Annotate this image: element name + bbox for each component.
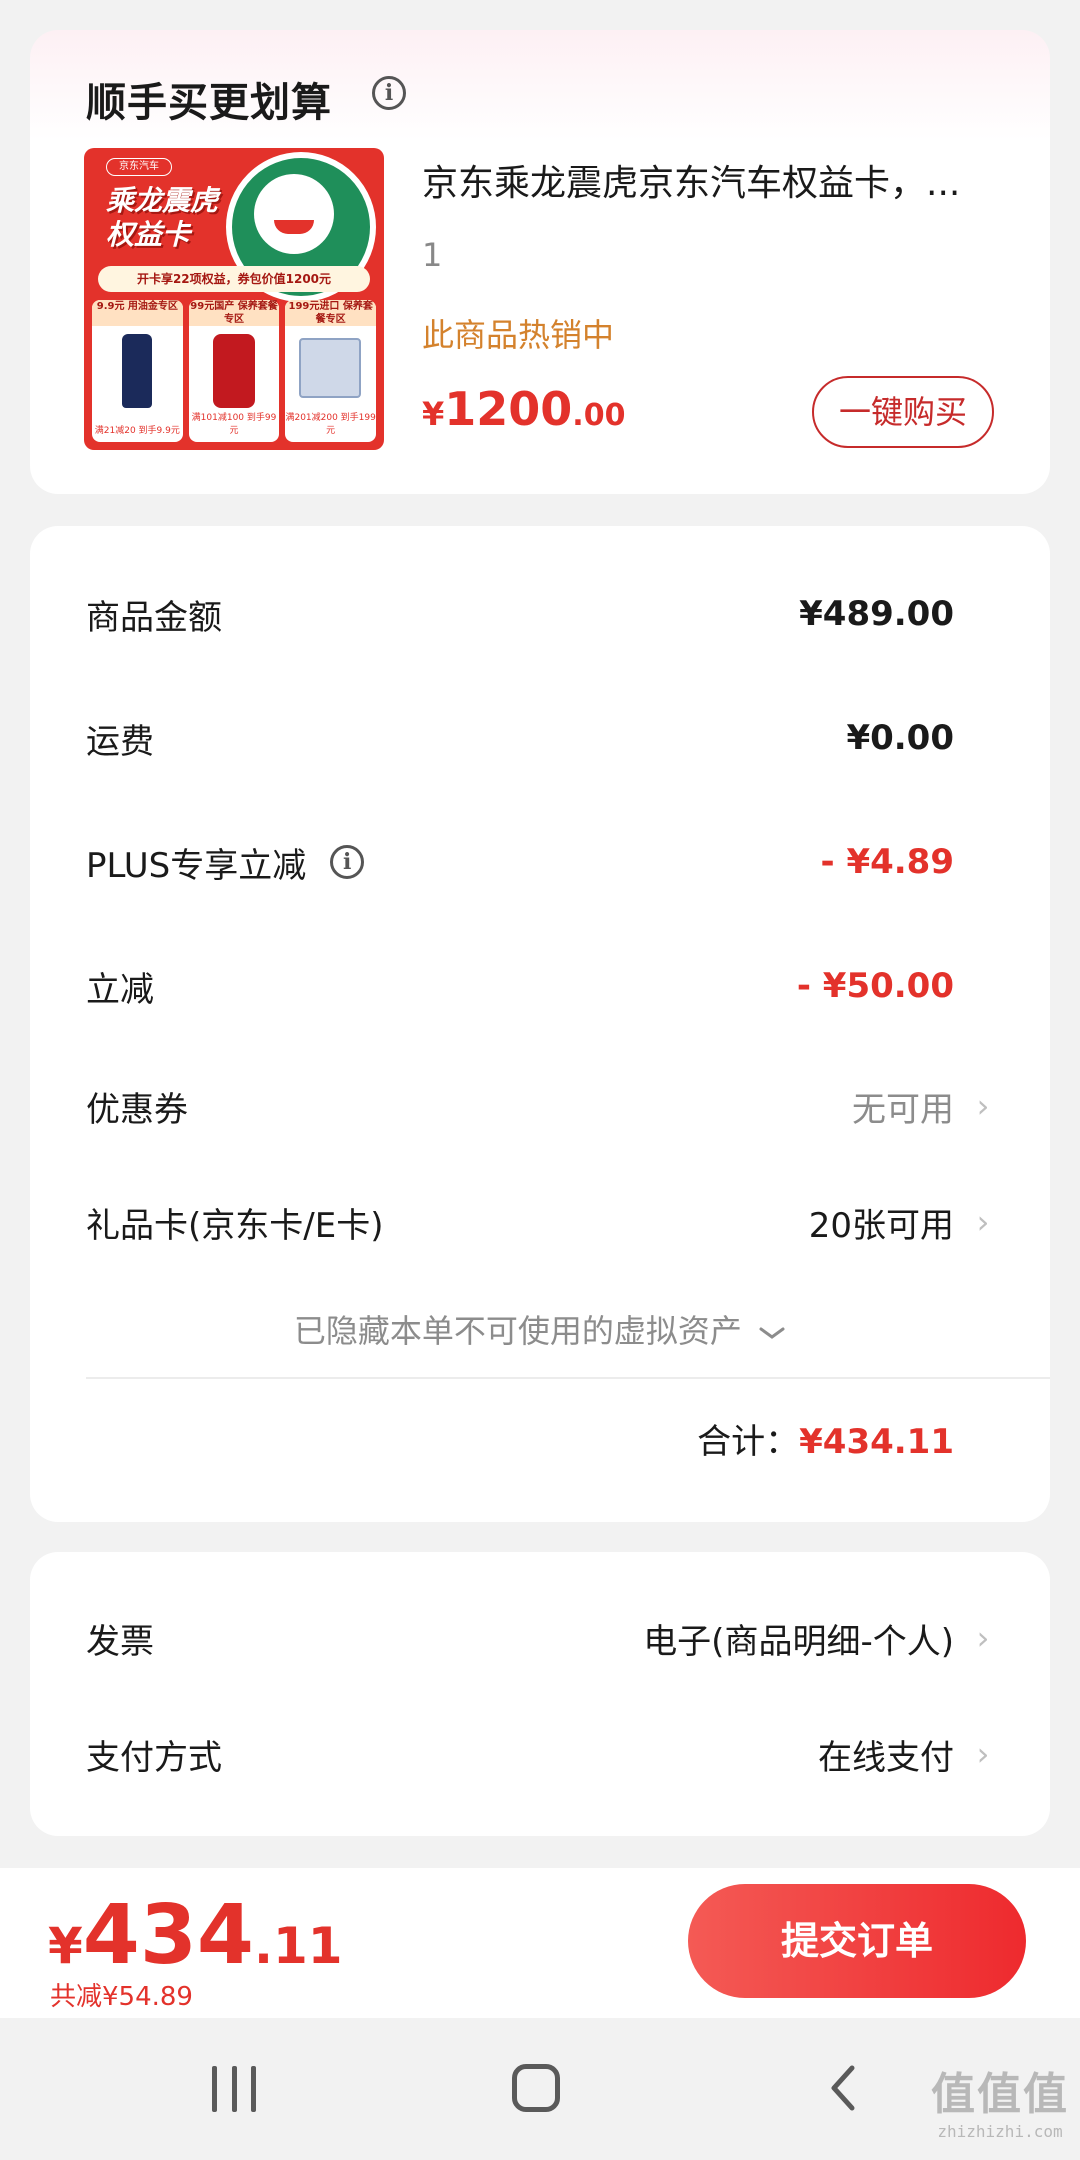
gift-card-row[interactable]: 礼品卡(京东卡/E卡) 20张可用 › <box>86 1192 994 1252</box>
payment-label: 支付方式 <box>86 1737 222 1778</box>
final-price: ¥434.11 <box>48 1888 343 1983</box>
amounts-card: 商品金额 ¥489.00 运费 ¥0.00 PLUS专享立减 i - ¥4.89… <box>30 526 1050 1522</box>
home-icon[interactable] <box>512 2064 560 2112</box>
product-image-tiles: 9.9元 用油金专区 满21减20 到手9.9元 99元国产 保养套餐专区 满1… <box>92 300 377 442</box>
payment-value: 在线支付 <box>818 1737 954 1778</box>
bundle-title: 顺手买更划算 <box>86 80 332 126</box>
divider <box>86 1377 1050 1379</box>
chevron-right-icon: › <box>976 1619 990 1657</box>
gift-card-label: 礼品卡(京东卡/E卡) <box>86 1205 384 1246</box>
chevron-down-icon <box>759 1327 785 1339</box>
coupon-label: 优惠券 <box>86 1089 188 1130</box>
invoice-value: 电子(商品明细-个人) <box>643 1621 954 1662</box>
back-icon[interactable] <box>826 2064 860 2112</box>
instant-discount-row: 立减 - ¥50.00 <box>86 956 994 1016</box>
one-click-buy-button[interactable]: 一键购买 <box>812 376 994 448</box>
plus-discount-label: PLUS专享立减 <box>86 845 307 886</box>
tile-import: 199元进口 保养套餐专区 满201减200 到手199元 <box>285 300 377 442</box>
mascot-icon <box>254 174 334 254</box>
goods-amount-row: 商品金额 ¥489.00 <box>86 584 994 644</box>
hot-sale-label: 此商品热销中 <box>422 316 615 354</box>
coupon-row[interactable]: 优惠券 无可用 › <box>86 1076 994 1136</box>
product-image-banner: 开卡享22项权益，券包价值1200元 <box>98 266 370 292</box>
checkout-bar: ¥434.11 共减¥54.89 提交订单 <box>0 1868 1080 2018</box>
shipping-value: ¥0.00 <box>846 718 954 758</box>
total-saved: 共减¥54.89 <box>50 1982 193 2012</box>
product-name[interactable]: 京东乘龙震虎京东汽车权益卡，... <box>422 154 1022 206</box>
product-image[interactable]: 京东汽车 乘龙震虎 权益卡 开卡享22项权益，券包价值1200元 9.9元 用油… <box>84 148 384 450</box>
payment-row[interactable]: 支付方式 在线支付 › <box>86 1724 994 1784</box>
recent-apps-icon[interactable] <box>212 2066 256 2112</box>
oil-can-icon <box>212 334 255 408</box>
system-nav-bar <box>0 2018 1080 2160</box>
hidden-assets-toggle[interactable]: 已隐藏本单不可使用的虚拟资产 <box>30 1306 1050 1352</box>
product-quantity: 1 <box>422 236 443 274</box>
shipping-row: 运费 ¥0.00 <box>86 708 994 768</box>
submit-order-button[interactable]: 提交订单 <box>688 1884 1026 1998</box>
product-image-brand: 京东汽车 <box>106 158 172 176</box>
shipping-label: 运费 <box>86 721 154 762</box>
gift-card-value: 20张可用 <box>808 1205 954 1246</box>
instant-discount-label: 立减 <box>86 969 154 1010</box>
package-icon <box>299 338 362 398</box>
total-label: 合计： <box>697 1422 800 1462</box>
chevron-right-icon: › <box>976 1735 990 1773</box>
coupon-value: 无可用 <box>852 1089 954 1130</box>
watermark: 值值值 zhizhizhi.com <box>931 2069 1069 2141</box>
goods-amount-value: ¥489.00 <box>799 594 954 634</box>
plus-discount-row: PLUS专享立减 i - ¥4.89 <box>86 832 994 892</box>
invoice-label: 发票 <box>86 1621 154 1662</box>
info-icon[interactable]: i <box>330 845 365 879</box>
invoice-card: 发票 电子(商品明细-个人) › 支付方式 在线支付 › <box>30 1552 1050 1836</box>
total-row: 合计：¥434.11 <box>697 1414 954 1463</box>
bundle-card: 顺手买更划算 i 京东汽车 乘龙震虎 权益卡 开卡享22项权益，券包价值1200… <box>30 30 1050 494</box>
tile-domestic: 99元国产 保养套餐专区 满101减100 到手99元 <box>188 300 280 442</box>
instant-discount-value: - ¥50.00 <box>796 966 954 1006</box>
invoice-row[interactable]: 发票 电子(商品明细-个人) › <box>86 1608 994 1668</box>
product-price: ¥1200.00 <box>422 382 626 436</box>
info-icon[interactable]: i <box>372 76 406 110</box>
bottle-icon <box>122 334 152 408</box>
goods-amount-label: 商品金额 <box>86 597 222 638</box>
chevron-right-icon: › <box>976 1203 990 1241</box>
product-image-title: 乘龙震虎 权益卡 <box>106 184 219 251</box>
chevron-right-icon: › <box>976 1087 990 1125</box>
total-value: ¥434.11 <box>799 1422 954 1462</box>
tile-oil: 9.9元 用油金专区 满21减20 到手9.9元 <box>92 300 183 442</box>
plus-discount-value: - ¥4.89 <box>820 842 955 882</box>
